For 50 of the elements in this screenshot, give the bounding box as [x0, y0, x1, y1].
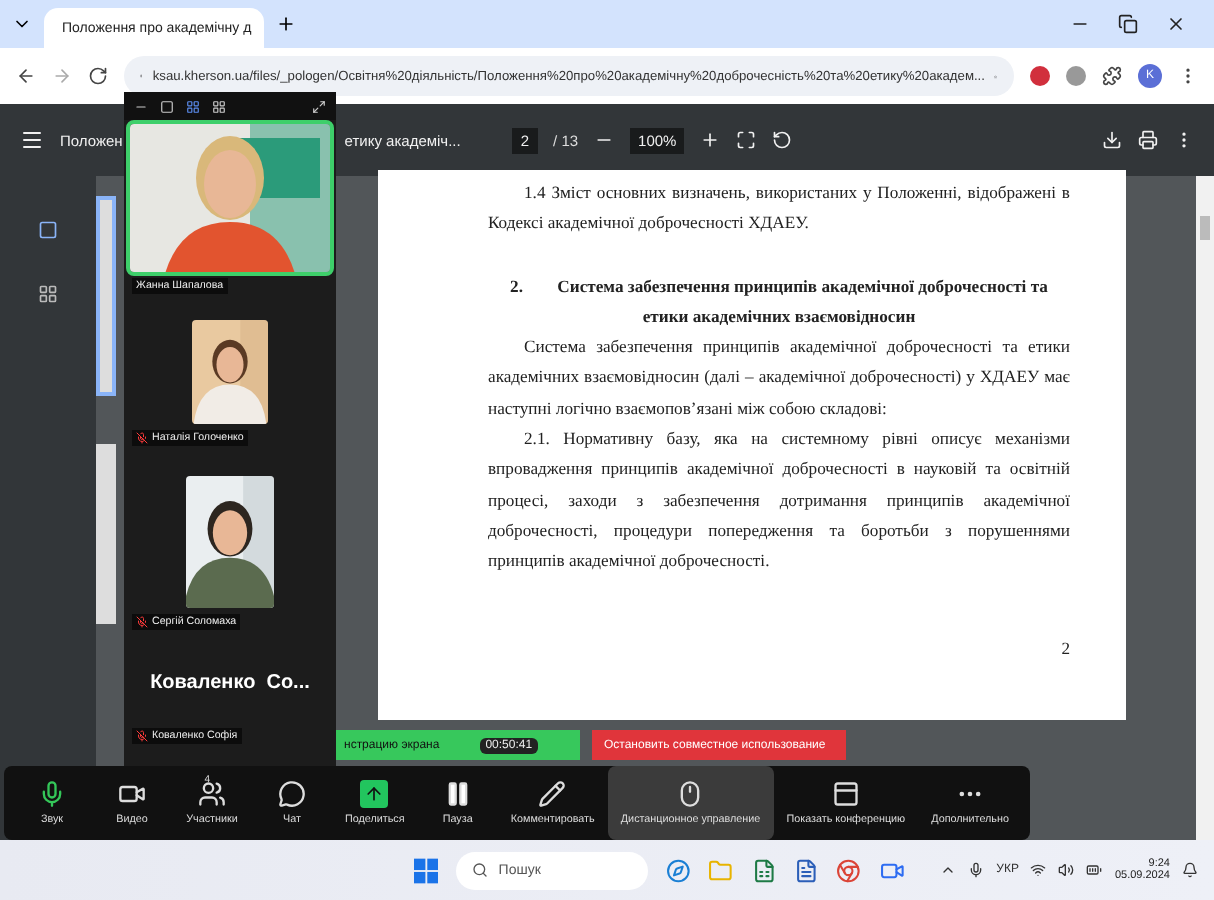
new-tab-icon[interactable]	[276, 14, 296, 34]
rotate-icon[interactable]	[772, 130, 793, 150]
reload-icon[interactable]	[88, 66, 108, 86]
zoom-in-icon[interactable]	[700, 130, 721, 150]
window-icon[interactable]	[160, 99, 174, 113]
bell-icon[interactable]	[1181, 862, 1198, 878]
video-camera-icon	[118, 780, 146, 808]
chat-icon	[278, 780, 306, 808]
extensions-icon[interactable]	[1102, 66, 1122, 86]
battery-icon[interactable]	[1086, 862, 1103, 878]
video-tile[interactable]	[182, 472, 278, 612]
browser-icon[interactable]	[666, 857, 691, 883]
section-heading: 2. Система забезпечення принципів академічної доброчесності та етики академічних взаємовідносин	[508, 273, 1050, 330]
expand-icon[interactable]	[312, 99, 326, 113]
page-thumbnail[interactable]	[96, 196, 116, 396]
restore-icon[interactable]	[1118, 14, 1138, 34]
print-icon[interactable]	[1138, 130, 1158, 150]
back-icon[interactable]	[16, 66, 36, 86]
speaker-view-icon[interactable]	[186, 99, 200, 113]
document-icon[interactable]	[794, 857, 819, 883]
pencil-icon	[538, 780, 567, 808]
paragraph: 2.1. Нормативну базу, яка на системному рівні описує механізми впровадження принципів академічної доброчесності в науковій та освітній процесі, заходи з забезпечення дотримання принципів академічної доброчесності, процедури попередження та боротьби з порушеннями принципів академічної доброчесності.	[488, 426, 1070, 575]
outline-icon[interactable]	[38, 284, 58, 304]
close-icon[interactable]	[1166, 14, 1186, 34]
spreadsheet-icon[interactable]	[751, 857, 777, 883]
fit-page-icon[interactable]	[736, 130, 757, 150]
mouse-icon	[676, 780, 705, 808]
page-number: 2	[1059, 635, 1070, 662]
window-icon	[831, 780, 860, 808]
page-thumbnail[interactable]	[96, 444, 116, 624]
chrome-icon[interactable]	[836, 857, 862, 883]
mic-icon[interactable]	[968, 862, 985, 878]
paragraph: Система забезпечення принципів академічної доброчесності та етики академічних взаємовідносин (далі – академічної доброчесності) у ХДАЕУ має наступні логічно взаємопов’язані між собою складові:	[488, 334, 1070, 422]
search-icon	[472, 862, 489, 878]
video-tile[interactable]	[188, 316, 272, 428]
download-icon[interactable]	[1102, 130, 1122, 150]
windows-logo-icon[interactable]	[413, 857, 439, 883]
menu-icon[interactable]	[20, 128, 44, 152]
participant-display-name: Коваленко Со...	[150, 672, 310, 694]
gallery-view-icon[interactable]	[212, 99, 226, 113]
mic-icon	[38, 780, 66, 808]
chevron-up-icon[interactable]	[940, 862, 957, 878]
people-icon	[198, 780, 226, 808]
thumbnails-icon[interactable]	[38, 220, 58, 240]
share-icon	[360, 780, 389, 808]
pause-icon	[443, 780, 472, 808]
volume-icon[interactable]	[1058, 862, 1075, 878]
scrollbar-thumb[interactable]	[1200, 216, 1210, 240]
wifi-icon[interactable]	[1030, 862, 1047, 878]
paragraph: 1.4 Зміст основних визначень, використаних у Положенні, відображені в Кодексі академічної доброчесності ХДАЕУ.	[488, 180, 1070, 237]
